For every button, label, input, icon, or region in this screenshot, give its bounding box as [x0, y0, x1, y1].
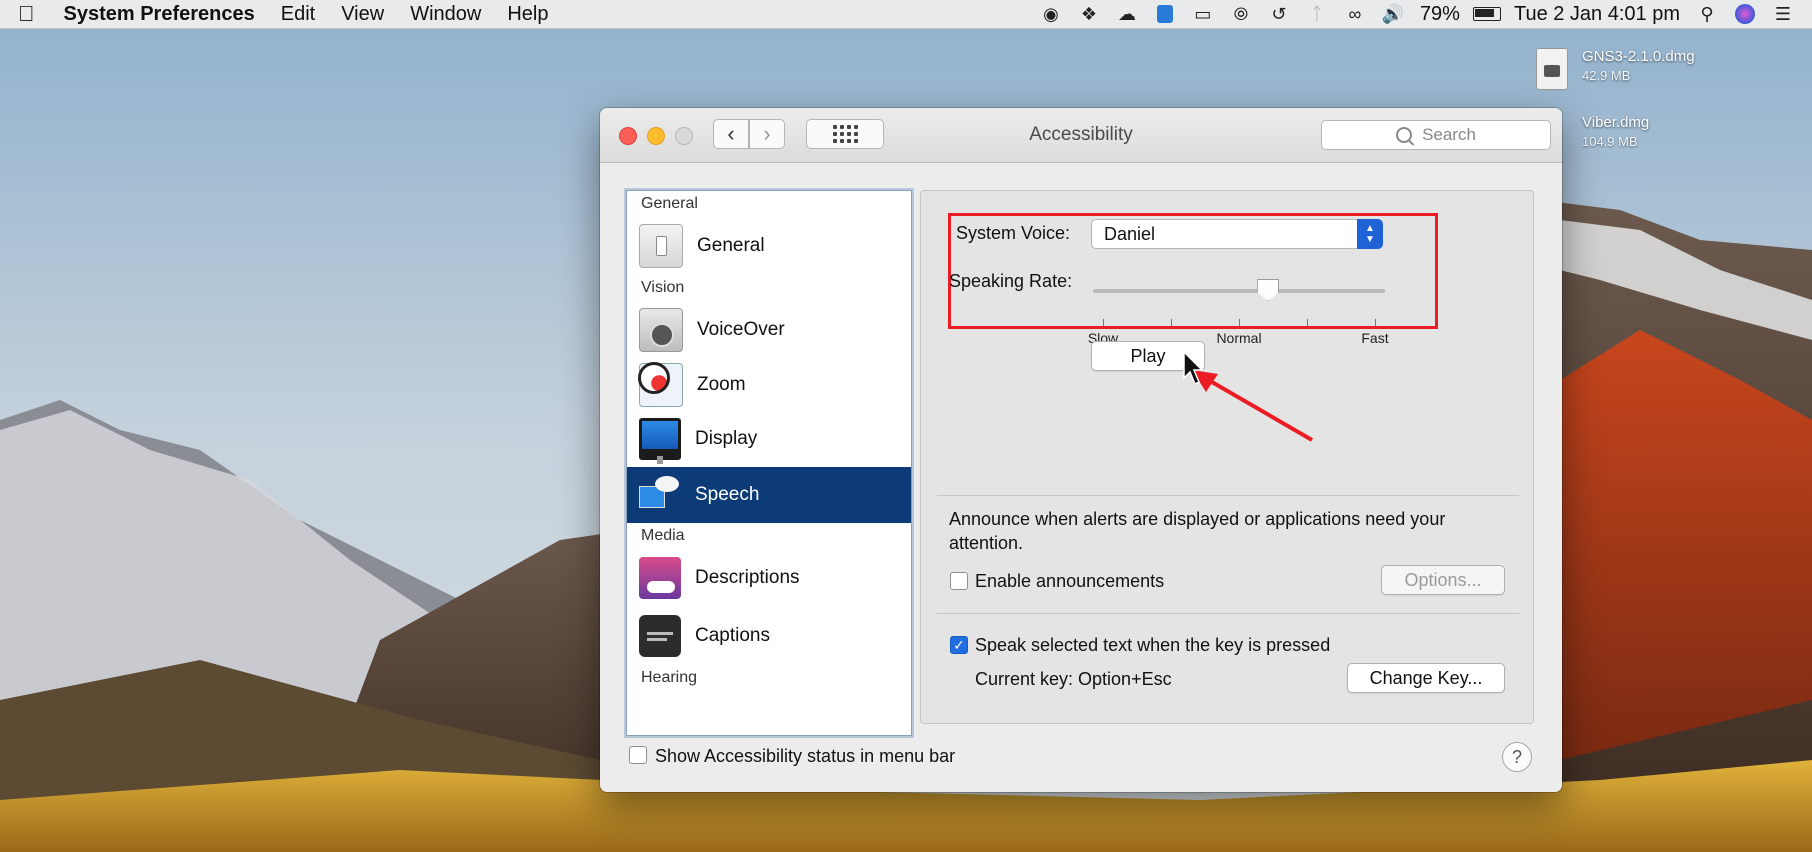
sidebar-item-label: Display — [695, 428, 758, 449]
zoom-icon — [638, 362, 683, 407]
rate-tick — [1307, 319, 1308, 326]
window-titlebar[interactable]: ‹ › Accessibility Search — [600, 108, 1562, 163]
menu-window[interactable]: Window — [397, 3, 494, 26]
battery-percent: 79% — [1419, 2, 1460, 25]
search-icon — [1396, 127, 1413, 143]
siri-icon[interactable] — [1730, 2, 1760, 26]
sidebar-item-display[interactable]: Display — [627, 411, 911, 467]
desktop-file-name: Viber.dmg — [1582, 114, 1650, 131]
voiceover-icon — [639, 308, 683, 352]
record-icon[interactable]: ◉ — [1036, 2, 1066, 26]
display-icon — [639, 418, 681, 464]
announce-description: Announce when alerts are displayed or ap… — [949, 509, 1446, 553]
sidebar-item-label: Zoom — [697, 374, 746, 395]
menu-app-name[interactable]: System Preferences — [51, 3, 268, 26]
sidebar-header-media: Media — [641, 527, 685, 544]
switch-icon — [639, 224, 683, 268]
speaking-rate-slider[interactable] — [1093, 279, 1385, 303]
accessibility-window: ‹ › Accessibility Search General General… — [600, 108, 1562, 792]
change-key-button[interactable]: Change Key... — [1347, 663, 1505, 693]
sidebar-item-label: VoiceOver — [697, 319, 785, 340]
captions-icon — [639, 615, 681, 657]
rate-tick-label: Normal — [1216, 330, 1262, 346]
system-voice-label: System Voice: — [956, 223, 1071, 243]
show-status-checkbox[interactable] — [629, 746, 647, 764]
notification-center-icon[interactable]: ☰ — [1768, 2, 1798, 26]
options-button[interactable]: Options... — [1381, 565, 1505, 595]
sidebar-item-voiceover[interactable]: VoiceOver — [627, 301, 911, 359]
bluetooth-icon[interactable]: ᛏ — [1302, 2, 1332, 26]
search-field[interactable]: Search — [1321, 120, 1551, 150]
chevron-updown-icon: ▲ ▼ — [1357, 219, 1383, 249]
rate-tick — [1103, 319, 1104, 326]
menu-clock[interactable]: Tue 2 Jan 4:01 pm — [1514, 3, 1680, 26]
sidebar-item-descriptions[interactable]: Descriptions — [627, 549, 911, 607]
search-placeholder: Search — [1422, 125, 1476, 144]
teamviewer-icon[interactable] — [1150, 2, 1180, 26]
rate-tick-label: Fast — [1361, 330, 1389, 346]
enable-announcements-label[interactable]: Enable announcements — [975, 571, 1164, 592]
sidebar-item-label: General — [697, 235, 765, 256]
sidebar-item-label: Speech — [695, 484, 760, 505]
sidebar-header-general: General — [641, 195, 698, 212]
desktop-file-gns3[interactable]: GNS3-2.1.0.dmg 42.9 MB — [1536, 48, 1695, 90]
sync-icon[interactable]: ∞ — [1340, 2, 1370, 26]
sidebar-item-label: Descriptions — [695, 567, 800, 588]
sidebar-item-zoom[interactable]: Zoom — [627, 359, 911, 411]
slider-thumb[interactable] — [1257, 279, 1280, 301]
sidebar[interactable]: General General Vision VoiceOver Zoom Di… — [626, 190, 912, 736]
cloud-upload-icon[interactable]: ☁ — [1112, 2, 1142, 26]
show-status-label[interactable]: Show Accessibility status in menu bar — [655, 746, 955, 767]
apple-menu-icon[interactable]:  — [0, 1, 51, 27]
enable-announcements-checkbox[interactable] — [950, 572, 968, 590]
dropbox-icon[interactable]: ❖ — [1074, 2, 1104, 26]
desktop-file-size: 104.9 MB — [1582, 134, 1638, 149]
spotlight-icon[interactable]: ⚲ — [1692, 2, 1722, 26]
sidebar-item-general[interactable]: General — [627, 217, 911, 275]
battery-icon[interactable] — [1472, 2, 1502, 26]
airplay-icon[interactable]: ▭ — [1188, 2, 1218, 26]
play-button[interactable]: Play — [1091, 341, 1205, 371]
speech-icon — [639, 474, 681, 516]
speak-selected-label[interactable]: Speak selected text when the key is pres… — [975, 635, 1330, 656]
menu-bar:  System Preferences Edit View Window He… — [0, 0, 1812, 29]
slider-track — [1093, 289, 1385, 293]
separator — [937, 495, 1519, 496]
descriptions-icon — [639, 557, 681, 599]
rate-tick — [1239, 319, 1240, 326]
menu-edit[interactable]: Edit — [268, 3, 328, 26]
rate-tick — [1375, 319, 1376, 326]
speak-selected-checkbox[interactable]: ✓ — [950, 636, 968, 654]
system-voice-value: Daniel — [1104, 223, 1156, 244]
rate-tick — [1171, 319, 1172, 326]
dmg-file-icon — [1536, 48, 1568, 90]
wifi-signal-icon[interactable]: ⦾ — [1226, 2, 1256, 26]
speaking-rate-label: Speaking Rate: — [949, 271, 1073, 291]
help-button[interactable]: ? — [1502, 742, 1532, 772]
system-voice-select[interactable]: Daniel ▲ ▼ — [1091, 219, 1383, 249]
desktop-file-name: GNS3-2.1.0.dmg — [1582, 48, 1695, 65]
time-machine-icon[interactable]: ↺ — [1264, 2, 1294, 26]
sidebar-item-captions[interactable]: Captions — [627, 607, 911, 665]
separator — [937, 613, 1519, 614]
menu-view[interactable]: View — [328, 3, 397, 26]
sidebar-header-vision: Vision — [641, 279, 685, 296]
desktop-file-size: 42.9 MB — [1582, 68, 1631, 83]
sidebar-item-speech[interactable]: Speech — [627, 467, 911, 523]
sidebar-item-label: Captions — [695, 625, 770, 646]
volume-icon[interactable]: 🔊 — [1378, 2, 1408, 26]
current-key-label: Current key: Option+Esc — [975, 669, 1172, 689]
menu-help[interactable]: Help — [494, 3, 561, 26]
sidebar-header-hearing: Hearing — [641, 669, 698, 686]
speech-pane: System Voice: Daniel ▲ ▼ Speaking Rate: S… — [920, 190, 1534, 724]
